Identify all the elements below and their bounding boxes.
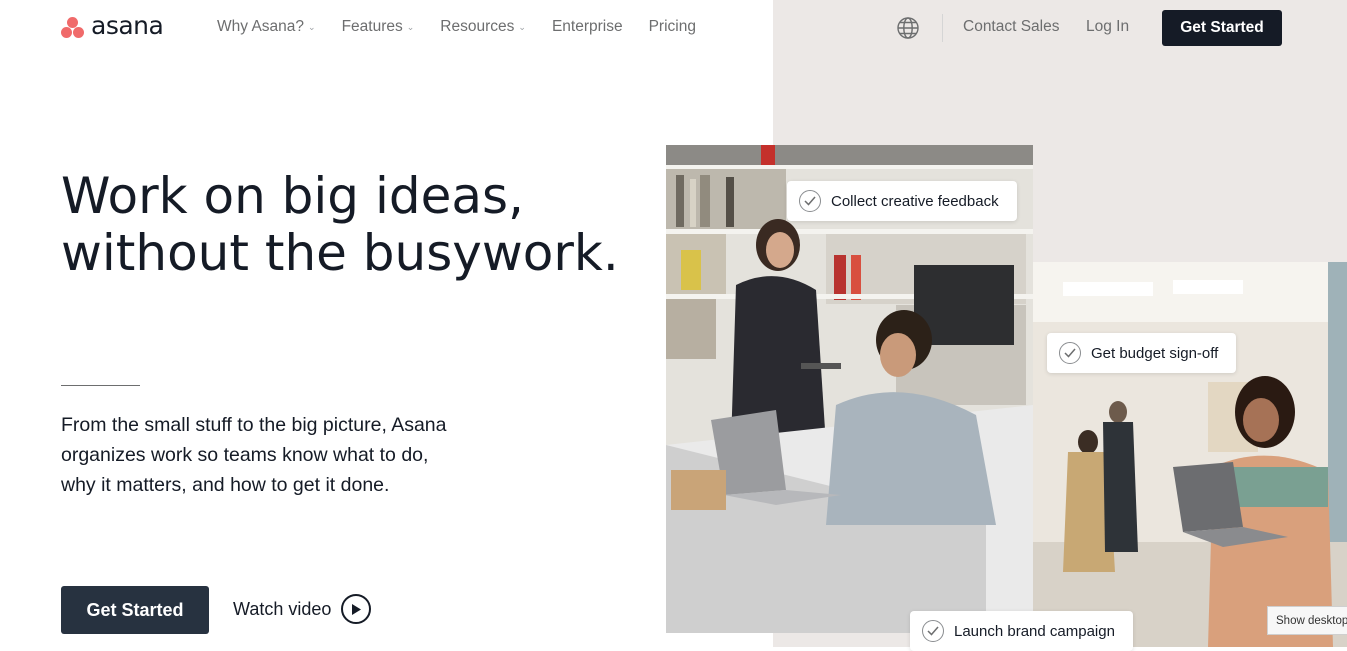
task-label: Get budget sign-off bbox=[1091, 344, 1219, 362]
nav-label: Features bbox=[341, 18, 403, 35]
play-icon bbox=[341, 594, 372, 624]
header-divider bbox=[942, 14, 943, 42]
show-desktop-tooltip[interactable]: Show desktop bbox=[1267, 606, 1347, 635]
task-label: Launch brand campaign bbox=[954, 622, 1115, 640]
task-card-campaign: Launch brand campaign bbox=[910, 611, 1133, 651]
check-circle-icon bbox=[799, 190, 821, 212]
logo-dots-icon bbox=[61, 15, 85, 39]
hero-description: From the small stuff to the big picture,… bbox=[61, 414, 447, 496]
chevron-down-icon: ⌄ bbox=[518, 21, 526, 32]
nav-label: Enterprise bbox=[551, 18, 623, 35]
task-card-budget: Get budget sign-off bbox=[1047, 333, 1237, 373]
nav-label: Resources bbox=[440, 18, 515, 35]
hero-divider bbox=[61, 385, 140, 386]
task-label: Collect creative feedback bbox=[831, 192, 999, 210]
chevron-down-icon: ⌄ bbox=[406, 21, 415, 32]
nav-item-why-asana[interactable]: Why Asana? ⌄ bbox=[217, 18, 316, 36]
task-card-feedback: Collect creative feedback bbox=[787, 181, 1017, 221]
hero-title-line-2: without the busywork. bbox=[61, 224, 619, 282]
hero-title: Work on big ideas, without the busywork. bbox=[61, 168, 621, 282]
nav-item-enterprise[interactable]: Enterprise bbox=[552, 18, 623, 36]
check-circle-icon bbox=[1059, 342, 1081, 364]
globe-icon[interactable] bbox=[896, 16, 920, 40]
watch-video-label: Watch video bbox=[233, 598, 332, 619]
header-get-started-button[interactable]: Get Started bbox=[1162, 10, 1282, 46]
nav-item-pricing[interactable]: Pricing bbox=[649, 18, 696, 36]
nav-item-resources[interactable]: Resources ⌄ bbox=[440, 18, 526, 36]
nav-item-features[interactable]: Features ⌄ bbox=[342, 18, 415, 36]
main-nav: Why Asana? ⌄ Features ⌄ Resources ⌄ Ente… bbox=[217, 18, 722, 36]
chevron-down-icon: ⌄ bbox=[308, 21, 316, 32]
asana-logo[interactable]: asana bbox=[61, 11, 164, 40]
hero-get-started-button[interactable]: Get Started bbox=[61, 586, 209, 634]
watch-video-button[interactable]: Watch video bbox=[233, 594, 372, 624]
hero-title-line-1: Work on big ideas, bbox=[61, 167, 524, 225]
contact-sales-link[interactable]: Contact Sales bbox=[963, 18, 1060, 36]
logo-wordmark: asana bbox=[91, 11, 164, 40]
check-circle-icon bbox=[922, 620, 944, 642]
login-link[interactable]: Log In bbox=[1086, 18, 1129, 36]
nav-label: Why Asana? bbox=[217, 18, 305, 35]
nav-label: Pricing bbox=[648, 18, 696, 35]
studio-photo-right bbox=[1033, 262, 1347, 647]
